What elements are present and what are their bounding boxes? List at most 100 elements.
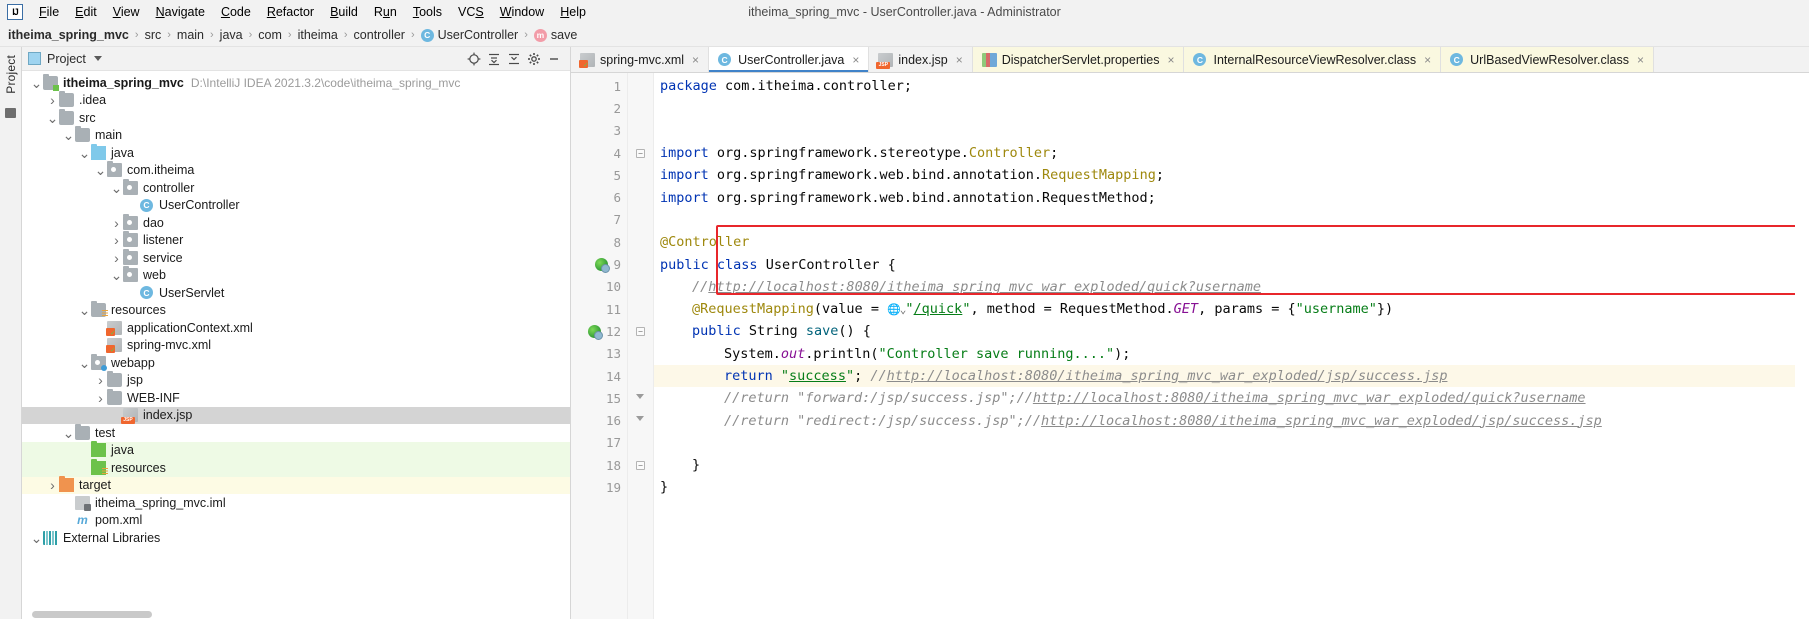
breadcrumb-item-java[interactable]: java bbox=[220, 28, 243, 42]
breadcrumb-item-src[interactable]: src bbox=[145, 28, 162, 42]
tree-node-applicationcontext-xml[interactable]: applicationContext.xml bbox=[22, 319, 570, 337]
menu-item-file[interactable]: File bbox=[31, 3, 67, 21]
project-tree[interactable]: ⌄ itheima_spring_mvc D:\IntelliJ IDEA 2021… bbox=[22, 71, 570, 610]
fold-marker-slot[interactable] bbox=[628, 409, 653, 431]
project-folder-icon[interactable] bbox=[5, 107, 16, 118]
fold-marker-slot[interactable] bbox=[628, 120, 653, 142]
collapse-all-icon[interactable] bbox=[484, 50, 504, 68]
tree-node-userservlet[interactable]: C UserServlet bbox=[22, 284, 570, 302]
editor-tab-internalresourceviewresolver-class[interactable]: C InternalResourceViewResolver.class × bbox=[1184, 47, 1442, 72]
run-gutter-icon[interactable] bbox=[595, 258, 611, 274]
fold-marker-slot[interactable] bbox=[628, 209, 653, 231]
chevron-right-icon[interactable]: › bbox=[110, 232, 123, 248]
editor-tab-dispatcherservlet-properties[interactable]: DispatcherServlet.properties × bbox=[972, 47, 1185, 72]
chevron-right-icon[interactable]: › bbox=[94, 390, 107, 406]
chevron-right-icon[interactable]: › bbox=[110, 215, 123, 231]
chevron-down-icon[interactable]: ⌄ bbox=[78, 356, 91, 370]
tree-node-jsp[interactable]: › jsp bbox=[22, 371, 570, 390]
fold-marker-slot[interactable] bbox=[628, 75, 653, 97]
editor-tab-usercontroller-java[interactable]: C UserController.java × bbox=[709, 47, 870, 72]
locate-icon[interactable] bbox=[464, 50, 484, 68]
close-icon[interactable]: × bbox=[852, 53, 859, 67]
tree-node-listener[interactable]: › listener bbox=[22, 231, 570, 250]
comment-url-link[interactable]: http://localhost:8080/itheima_spring_mvc… bbox=[708, 279, 1261, 295]
chevron-down-icon[interactable]: ⌄ bbox=[110, 268, 123, 282]
editor-tab-spring-mvc-xml[interactable]: spring-mvc.xml × bbox=[571, 47, 710, 72]
tree-node-spring-mvc-xml[interactable]: spring-mvc.xml bbox=[22, 337, 570, 354]
menu-item-help[interactable]: Help bbox=[552, 3, 594, 21]
fold-marker-slot[interactable] bbox=[628, 186, 653, 208]
breadcrumb-item-itheima[interactable]: itheima bbox=[298, 28, 338, 42]
breadcrumb-item-usercontroller[interactable]: C UserController bbox=[420, 28, 518, 42]
fold-marker-slot[interactable]: − bbox=[628, 454, 653, 476]
menu-item-code[interactable]: Code bbox=[213, 3, 259, 21]
editor-tab-index-jsp[interactable]: index.jsp × bbox=[869, 47, 973, 72]
fold-marker-slot[interactable] bbox=[628, 276, 653, 298]
menu-item-vcs[interactable]: VCS bbox=[450, 3, 492, 21]
fold-marker-slot[interactable] bbox=[628, 231, 653, 253]
fold-gutter[interactable]: − − − bbox=[628, 73, 654, 619]
chevron-right-icon[interactable]: › bbox=[94, 372, 107, 388]
tree-node-controller[interactable]: ⌄ controller bbox=[22, 178, 570, 197]
breadcrumb-item-controller[interactable]: controller bbox=[354, 28, 405, 42]
mapping-path-link[interactable]: /quick bbox=[914, 301, 963, 317]
fold-marker-slot[interactable] bbox=[628, 298, 653, 320]
editor-tab-urlbasedviewresolver-class[interactable]: C UrlBasedViewResolver.class × bbox=[1441, 47, 1655, 72]
tree-node-resources[interactable]: resources bbox=[22, 458, 570, 477]
fold-marker-slot[interactable] bbox=[628, 476, 653, 498]
chevron-right-icon[interactable]: › bbox=[46, 477, 59, 493]
close-icon[interactable]: × bbox=[956, 53, 963, 67]
fold-marker-slot[interactable] bbox=[628, 164, 653, 186]
tree-node-target[interactable]: › target bbox=[22, 476, 570, 494]
gear-icon[interactable] bbox=[524, 50, 544, 68]
fold-marker-slot[interactable] bbox=[628, 343, 653, 365]
fold-marker-slot[interactable] bbox=[628, 253, 653, 275]
chevron-right-icon[interactable]: › bbox=[46, 92, 59, 108]
tree-node-web-inf[interactable]: › WEB-INF bbox=[22, 388, 570, 407]
menu-item-refactor[interactable]: Refactor bbox=[259, 3, 322, 21]
fold-region-icon[interactable] bbox=[636, 394, 645, 403]
tree-node--idea[interactable]: › .idea bbox=[22, 91, 570, 110]
breadcrumb-item-save[interactable]: m save bbox=[533, 28, 577, 42]
fold-marker-slot[interactable]: − bbox=[628, 142, 653, 164]
fold-marker-slot[interactable] bbox=[628, 365, 653, 387]
fold-marker-slot[interactable]: − bbox=[628, 320, 653, 342]
tree-node-main[interactable]: ⌄ main bbox=[22, 126, 570, 145]
fold-region-icon[interactable] bbox=[636, 416, 645, 425]
close-icon[interactable]: × bbox=[692, 53, 699, 67]
menu-item-navigate[interactable]: Navigate bbox=[148, 3, 213, 21]
close-icon[interactable]: × bbox=[1637, 53, 1644, 67]
fold-collapse-icon[interactable]: − bbox=[636, 148, 645, 158]
menu-item-edit[interactable]: Edit bbox=[67, 3, 105, 21]
fold-marker-slot[interactable] bbox=[628, 387, 653, 409]
tree-node-webapp[interactable]: ⌄ webapp bbox=[22, 353, 570, 372]
close-icon[interactable]: × bbox=[1424, 53, 1431, 67]
tree-node-src[interactable]: ⌄ src bbox=[22, 108, 570, 127]
breadcrumb-item-main[interactable]: main bbox=[177, 28, 204, 42]
breadcrumb-item-itheima-spring-mvc[interactable]: itheima_spring_mvc bbox=[8, 28, 129, 42]
chevron-down-icon[interactable]: ⌄ bbox=[94, 163, 107, 177]
menu-item-view[interactable]: View bbox=[105, 3, 148, 21]
fold-collapse-icon[interactable]: − bbox=[636, 460, 645, 470]
tree-node-java[interactable]: ⌄ java bbox=[22, 143, 570, 162]
return-view-name[interactable]: success bbox=[789, 368, 846, 384]
comment-url-link[interactable]: http://localhost:8080/itheima_spring_mvc… bbox=[1041, 413, 1602, 429]
menu-item-tools[interactable]: Tools bbox=[405, 3, 450, 21]
tree-node-web[interactable]: ⌄ web bbox=[22, 266, 570, 285]
tree-node-itheima-spring-mvc-iml[interactable]: itheima_spring_mvc.iml bbox=[22, 494, 570, 512]
chevron-right-icon[interactable]: › bbox=[110, 250, 123, 266]
run-gutter-icon[interactable] bbox=[587, 324, 603, 340]
editor-right-gutter[interactable] bbox=[1795, 73, 1809, 619]
chevron-down-icon[interactable]: ⌄ bbox=[46, 111, 59, 125]
code-editor[interactable]: 1 2 3 4 5 6 7 8 9 10 11 12 13 14 15 16 17 18 19 − − − packag… bbox=[571, 73, 1809, 619]
chevron-down-icon[interactable]: ⌄ bbox=[62, 426, 75, 440]
chevron-down-icon[interactable]: ⌄ bbox=[78, 146, 91, 160]
code-content[interactable]: package com.itheima.controller; import o… bbox=[654, 73, 1795, 619]
comment-url-link[interactable]: http://localhost:8080/itheima_spring_mvc… bbox=[1033, 390, 1586, 406]
project-tree-hscrollbar[interactable] bbox=[22, 610, 570, 619]
tree-node-itheima-spring-mvc[interactable]: ⌄ itheima_spring_mvc D:\IntelliJ IDEA 2021… bbox=[22, 73, 570, 92]
chevron-down-icon[interactable]: ⌄ bbox=[110, 181, 123, 195]
chevron-down-icon[interactable]: ⌄ bbox=[78, 303, 91, 317]
tree-node-java[interactable]: java bbox=[22, 441, 570, 459]
menu-item-window[interactable]: Window bbox=[492, 3, 552, 21]
